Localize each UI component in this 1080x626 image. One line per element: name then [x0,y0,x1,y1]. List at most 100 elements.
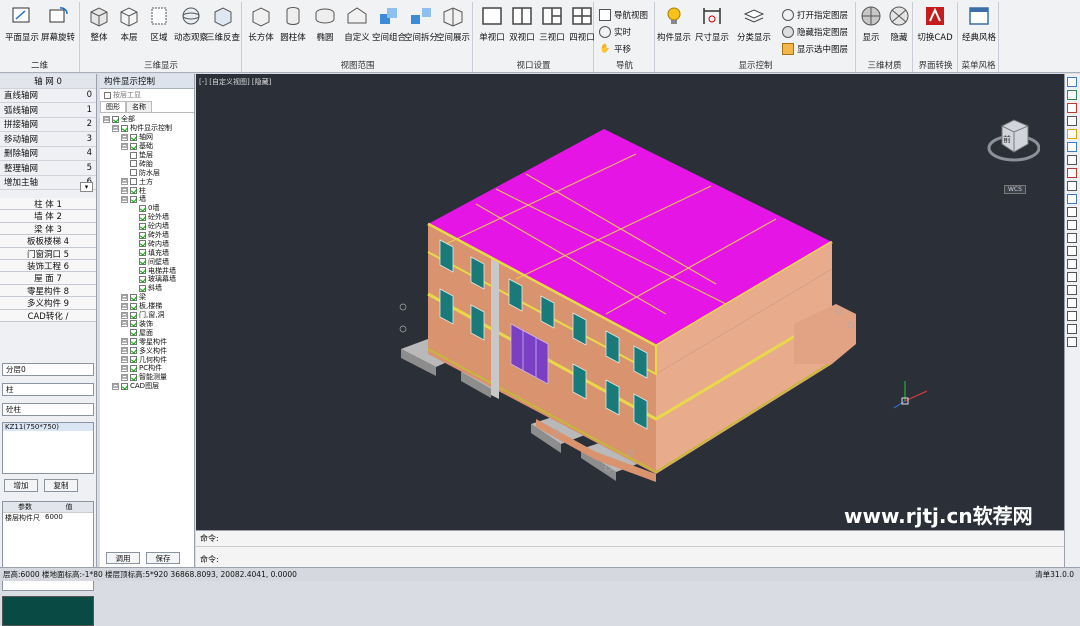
tree-node[interactable]: 屋面 [103,328,194,337]
region-button[interactable]: 区域 [141,5,177,43]
toolbar-tool-icon[interactable] [1067,168,1077,178]
save-tree-button[interactable]: 保存 [146,552,180,564]
material-show-button[interactable]: 显示 [857,5,885,43]
pan-button[interactable]: ✋ 平移 [599,41,631,56]
axis-item[interactable]: 整理轴网 5 [0,161,96,176]
space-show-button[interactable]: 空间展示 [435,5,471,43]
toolbar-tool-icon[interactable] [1067,142,1077,152]
checkbox-icon[interactable] [130,329,137,337]
wcs-label[interactable]: WCS [1004,185,1026,194]
checkbox-icon[interactable] [130,355,137,363]
tab-name[interactable]: 名称 [126,101,152,112]
toolbar-tool-icon[interactable] [1067,77,1077,87]
checkbox-icon[interactable] [130,151,137,159]
toolbar-tool-icon[interactable] [1067,272,1077,282]
checkbox-icon[interactable] [130,169,137,177]
toolbar-tool-icon[interactable] [1067,90,1077,100]
tree-node[interactable]: ⊟ 墙 [103,195,194,204]
type-select[interactable]: 柱 [2,383,94,396]
toolbar-tool-icon[interactable] [1067,311,1077,321]
cylinder-button[interactable]: 圆柱体 [275,5,311,43]
toolbar-tool-icon[interactable] [1067,233,1077,243]
checkbox-icon[interactable] [130,302,137,310]
checkbox-icon[interactable] [121,124,128,132]
expand-icon[interactable]: ⊟ [103,115,110,123]
checkbox-icon[interactable] [139,267,146,275]
ellipse-button[interactable]: 椭圆 [307,5,343,43]
expand-icon[interactable]: ⊟ [112,382,119,390]
expand-icon[interactable]: ⊟ [121,293,128,301]
tree-node[interactable]: 0墙 [103,204,194,213]
toolbar-tool-icon[interactable] [1067,207,1077,217]
category-item[interactable]: 板板楼梯 4 [0,235,96,248]
axis-item[interactable]: 删除轴网 4 [0,147,96,161]
checkbox-icon[interactable] [130,373,137,381]
category-item[interactable]: 装饰工程 6 [0,259,96,273]
toolbar-tool-icon[interactable] [1067,259,1077,269]
checkbox-icon[interactable] [130,142,137,150]
component-display-button[interactable]: 构件显示 [656,5,692,43]
space-combine-button[interactable]: 空间组合 [371,5,407,43]
tree-node[interactable]: ⊟ 构件显示控制 [103,124,194,133]
axis-item[interactable]: 直线轴网 0 [0,89,96,103]
checkbox-icon[interactable] [139,249,146,257]
tree-node[interactable]: ⊟ 几何构件 [103,355,194,364]
checkbox-icon[interactable] [130,160,137,168]
space-split-button[interactable]: 空间拆分 [403,5,439,43]
by-floor-checkbox[interactable]: 按层工显 [100,89,194,101]
floor-select[interactable]: 分层0 [2,363,94,376]
category-item[interactable]: 柱 体 1 [0,198,96,211]
tree-node[interactable]: ⊟ PC构件 [103,364,194,373]
switch-cad-button[interactable]: 切换CAD [917,5,953,43]
tree-node[interactable]: ⊟ 轴网 [103,133,194,142]
expand-icon[interactable]: ⊟ [121,178,128,186]
axis-panel-scroll[interactable]: ▾ [80,182,93,192]
toolbar-tool-icon[interactable] [1067,155,1077,165]
tree-node[interactable]: 玻璃幕墙 [103,275,194,284]
expand-icon[interactable]: ⊟ [121,142,128,150]
material-hide-button[interactable]: 隐藏 [885,5,913,43]
orbit-button[interactable]: 动态观察 [173,5,209,43]
category-item[interactable]: CAD转化 / [0,309,96,322]
axis-item[interactable]: 弧线轴网 1 [0,103,96,118]
checkbox-icon[interactable] [139,213,146,221]
checkbox-icon[interactable] [139,258,146,266]
checkbox-icon[interactable] [139,275,146,283]
toolbar-tool-icon[interactable] [1067,194,1077,204]
checkbox-icon[interactable] [121,382,128,390]
custom-button[interactable]: 自定义 [339,5,375,43]
tree-node[interactable]: 砖胎 [103,159,194,168]
classic-style-button[interactable]: 经典风格 [961,5,997,43]
checkbox-icon[interactable] [130,178,137,186]
checkbox-icon[interactable] [130,364,137,372]
tree-node[interactable]: 砼外墙 [103,213,194,222]
toolbar-tool-icon[interactable] [1067,220,1077,230]
toolbar-tool-icon[interactable] [1067,246,1077,256]
apply-button[interactable]: 调用 [106,552,140,564]
add-button[interactable]: 增加 [4,479,38,492]
tree-node[interactable]: ⊟ 多义构件 [103,346,194,355]
checkbox-icon[interactable] [112,115,119,123]
toolbar-tool-icon[interactable] [1067,116,1077,126]
expand-icon[interactable]: ⊟ [121,311,128,319]
checkbox-icon[interactable] [139,240,146,248]
category-item[interactable]: 屋 面 7 [0,272,96,285]
open-layer-button[interactable]: 打开指定图层 [782,7,848,22]
expand-icon[interactable]: ⊟ [121,320,128,328]
toolbar-tool-icon[interactable] [1067,285,1077,295]
category-item[interactable]: 墙 体 2 [0,210,96,223]
toolbar-tool-icon[interactable] [1067,324,1077,334]
checkbox-icon[interactable] [130,338,137,346]
component-item[interactable]: KZ11(750*750) [3,423,93,431]
tree-node[interactable]: ⊟ 装饰 [103,319,194,328]
checkbox-icon[interactable] [130,311,137,319]
tree-node[interactable]: 砖外墙 [103,231,194,240]
category-display-button[interactable]: 分类显示 [736,5,772,43]
checkbox-icon[interactable] [139,222,146,230]
expand-icon[interactable]: ⊟ [121,347,128,355]
checkbox-icon[interactable] [130,133,137,141]
checkbox-icon[interactable] [130,187,137,195]
screen-rotate-button[interactable]: 屏幕旋转 [40,5,76,43]
toolbar-tool-icon[interactable] [1067,103,1077,113]
component-list[interactable]: KZ11(750*750) [2,422,94,474]
